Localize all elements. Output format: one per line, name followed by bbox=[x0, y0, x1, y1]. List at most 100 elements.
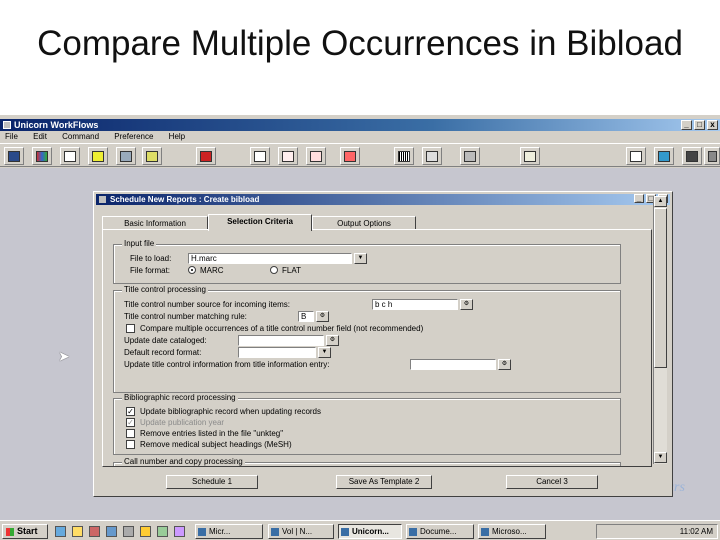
save-icon[interactable] bbox=[654, 147, 674, 165]
menu-bar: File Edit Command Preference Help bbox=[0, 131, 720, 143]
input-file-group: Input file File to load: H.marc ▼ File f… bbox=[113, 239, 621, 284]
task-button[interactable]: Micr... bbox=[195, 524, 263, 539]
library-icon[interactable] bbox=[88, 147, 108, 165]
group-label: Bibliographic record processing bbox=[122, 393, 238, 403]
app-titlebar[interactable]: Unicorn WorkFlows _ □ x bbox=[0, 119, 720, 131]
selection-criteria-panel: Input file File to load: H.marc ▼ File f… bbox=[102, 229, 652, 467]
quicklaunch-icon-2[interactable] bbox=[174, 526, 185, 537]
check-icon[interactable] bbox=[306, 147, 326, 165]
matching-rule-label: Title control number matching rule: bbox=[124, 312, 247, 321]
update-date-input[interactable] bbox=[238, 335, 324, 346]
update-pubyear-label: Update publication year bbox=[140, 418, 225, 427]
create-bibload-dialog: Schedule New Reports : Create bibload _ … bbox=[93, 191, 673, 497]
app-icon[interactable] bbox=[123, 526, 134, 537]
task-button-active[interactable]: Unicorn... bbox=[338, 524, 402, 539]
tools-icon[interactable] bbox=[460, 147, 480, 165]
source-label: Title control number source for incoming… bbox=[124, 300, 290, 309]
update-bib-label: Update bibliographic record when updatin… bbox=[140, 407, 321, 416]
radio-flat-label: FLAT bbox=[282, 266, 301, 275]
minimize-button[interactable]: _ bbox=[681, 120, 692, 130]
wand-icon[interactable] bbox=[142, 147, 162, 165]
menu-command[interactable]: Command bbox=[62, 132, 99, 141]
close-button[interactable]: x bbox=[707, 120, 718, 130]
menu-help[interactable]: Help bbox=[169, 132, 185, 141]
tab-output-options[interactable]: Output Options bbox=[312, 216, 416, 230]
start-label: Start bbox=[17, 526, 38, 536]
gear-icon[interactable]: ⚙ bbox=[498, 359, 511, 370]
barcode-icon[interactable] bbox=[394, 147, 414, 165]
toolbar bbox=[0, 143, 720, 167]
star-icon[interactable] bbox=[140, 526, 151, 537]
dialog-titlebar[interactable]: Schedule New Reports : Create bibload _ … bbox=[96, 194, 670, 205]
compare-label: Compare multiple occurrences of a title … bbox=[140, 324, 424, 333]
dialog-system-icon[interactable] bbox=[99, 196, 106, 203]
save-as-template-button[interactable]: Save As Template 2 bbox=[336, 475, 432, 489]
copy-icon[interactable] bbox=[250, 147, 270, 165]
default-format-label: Default record format: bbox=[124, 348, 202, 357]
shelf-icon[interactable] bbox=[116, 147, 136, 165]
source-input[interactable]: b c h bbox=[372, 299, 458, 310]
scroll-down-icon[interactable]: ▼ bbox=[654, 452, 667, 463]
books-icon[interactable] bbox=[32, 147, 52, 165]
matching-rule-input[interactable]: B bbox=[298, 311, 314, 322]
update-info-input[interactable] bbox=[410, 359, 496, 370]
mail-icon[interactable] bbox=[89, 526, 100, 537]
update-date-label: Update date cataloged: bbox=[124, 336, 207, 345]
transfer-icon[interactable] bbox=[196, 147, 216, 165]
home-icon[interactable] bbox=[626, 147, 646, 165]
radio-marc[interactable] bbox=[188, 266, 196, 274]
cancel-icon[interactable] bbox=[340, 147, 360, 165]
tab-basic-information[interactable]: Basic Information bbox=[102, 216, 208, 230]
title-control-group: Title control processing Title control n… bbox=[113, 285, 621, 393]
group-label: Input file bbox=[122, 239, 157, 249]
maximize-button[interactable]: □ bbox=[694, 120, 705, 130]
remove-entries-checkbox[interactable] bbox=[126, 429, 135, 438]
radio-flat[interactable] bbox=[270, 266, 278, 274]
scroll-up-icon[interactable]: ▲ bbox=[654, 196, 667, 207]
default-format-input[interactable] bbox=[238, 347, 316, 358]
chevron-down-icon[interactable]: ▼ bbox=[354, 253, 367, 264]
edit-icon[interactable] bbox=[278, 147, 298, 165]
task-button[interactable]: Docume... bbox=[406, 524, 474, 539]
gear-icon[interactable]: ⚙ bbox=[326, 335, 339, 346]
app-title: Unicorn WorkFlows bbox=[14, 120, 99, 130]
desktop-icon[interactable] bbox=[106, 526, 117, 537]
call-number-group: Call number and copy processing bbox=[113, 457, 621, 466]
bill-icon[interactable] bbox=[422, 147, 442, 165]
quicklaunch-icon[interactable] bbox=[157, 526, 168, 537]
binoculars-icon[interactable] bbox=[682, 147, 702, 165]
remove-mesh-checkbox[interactable] bbox=[126, 440, 135, 449]
cancel-button[interactable]: Cancel 3 bbox=[506, 475, 598, 489]
menu-file[interactable]: File bbox=[5, 132, 18, 141]
update-bib-checkbox[interactable]: ✓ bbox=[126, 407, 135, 416]
gear-icon[interactable]: ⚙ bbox=[460, 299, 473, 310]
app-system-icon[interactable] bbox=[3, 121, 11, 129]
file-to-load-label: File to load: bbox=[130, 254, 172, 263]
dialog-minimize-button[interactable]: _ bbox=[634, 194, 644, 203]
user-icon[interactable] bbox=[4, 147, 24, 165]
clock: 11:02 AM bbox=[679, 527, 713, 536]
scroll-thumb[interactable] bbox=[654, 208, 667, 368]
schedule-button[interactable]: Schedule 1 bbox=[166, 475, 258, 489]
file-to-load-input[interactable]: H.marc bbox=[188, 253, 352, 264]
dialog-scrollbar[interactable]: ▲ ▼ bbox=[653, 196, 667, 464]
book-open-icon[interactable] bbox=[60, 147, 80, 165]
task-button[interactable]: Microso... bbox=[478, 524, 546, 539]
task-button[interactable]: Vol | N... bbox=[268, 524, 334, 539]
exit-icon[interactable] bbox=[704, 147, 720, 165]
remove-mesh-label: Remove medical subject headings (MeSH) bbox=[140, 440, 292, 449]
compare-checkbox[interactable] bbox=[126, 324, 135, 333]
gear-icon[interactable]: ⚙ bbox=[316, 311, 329, 322]
start-button[interactable]: Start bbox=[2, 524, 48, 539]
file-format-label: File format: bbox=[130, 266, 171, 275]
menu-preference[interactable]: Preference bbox=[114, 132, 153, 141]
tab-selection-criteria[interactable]: Selection Criteria bbox=[208, 214, 312, 231]
folder-icon[interactable] bbox=[72, 526, 83, 537]
browser-icon[interactable] bbox=[55, 526, 66, 537]
reports-icon[interactable] bbox=[520, 147, 540, 165]
chevron-down-icon[interactable]: ▼ bbox=[318, 347, 331, 358]
menu-edit[interactable]: Edit bbox=[33, 132, 47, 141]
system-tray[interactable]: 11:02 AM bbox=[596, 524, 718, 539]
dialog-title: Schedule New Reports : Create bibload bbox=[110, 195, 260, 204]
group-label: Title control processing bbox=[122, 285, 208, 295]
